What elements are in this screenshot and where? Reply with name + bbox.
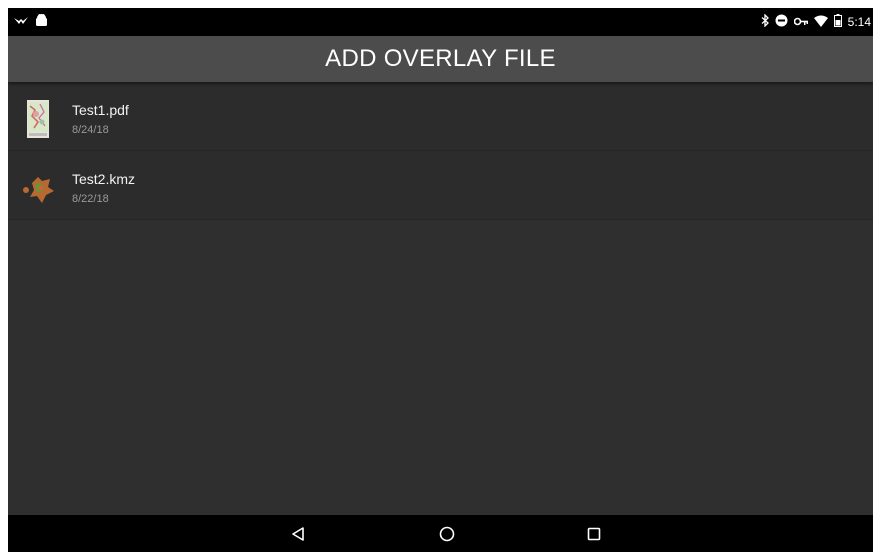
- do-not-disturb-icon: [775, 14, 788, 30]
- pdf-map-thumbnail-icon: [22, 100, 56, 138]
- file-date: 8/24/18: [72, 124, 109, 136]
- file-name: Test1.pdf: [72, 102, 129, 118]
- bluetooth-icon: [761, 13, 769, 30]
- navigation-bar: [8, 515, 873, 552]
- file-date: 8/22/18: [72, 193, 109, 205]
- status-right-icons: 5:14: [761, 11, 871, 33]
- status-time: 5:14: [847, 15, 871, 29]
- wifi-icon: [813, 15, 828, 30]
- notification-bird-icon: [14, 13, 28, 31]
- file-name: Test2.kmz: [72, 171, 136, 187]
- status-left-icons: [14, 11, 47, 33]
- app-bar: ADD OVERLAY FILE: [8, 36, 873, 82]
- list-item-test1-pdf[interactable]: Test1.pdf 8/24/18: [8, 82, 873, 151]
- status-bar: 5:14: [8, 8, 873, 36]
- page-title: ADD OVERLAY FILE: [325, 45, 556, 72]
- battery-icon: [833, 14, 842, 30]
- screen: 5:14 ADD OVERLAY FILE Test1.pdf 8/24/18: [8, 8, 873, 552]
- recents-icon[interactable]: [582, 522, 606, 546]
- list-item-test2-kmz[interactable]: Test2.kmz 8/22/18: [8, 151, 873, 220]
- back-icon[interactable]: [286, 522, 310, 546]
- file-list: Test1.pdf 8/24/18 Test2.kmz 8/22/18: [8, 82, 873, 220]
- kmz-map-thumbnail-icon: [22, 169, 56, 207]
- vpn-key-icon: [793, 15, 808, 29]
- home-icon[interactable]: [435, 522, 459, 546]
- android-icon: [36, 13, 47, 31]
